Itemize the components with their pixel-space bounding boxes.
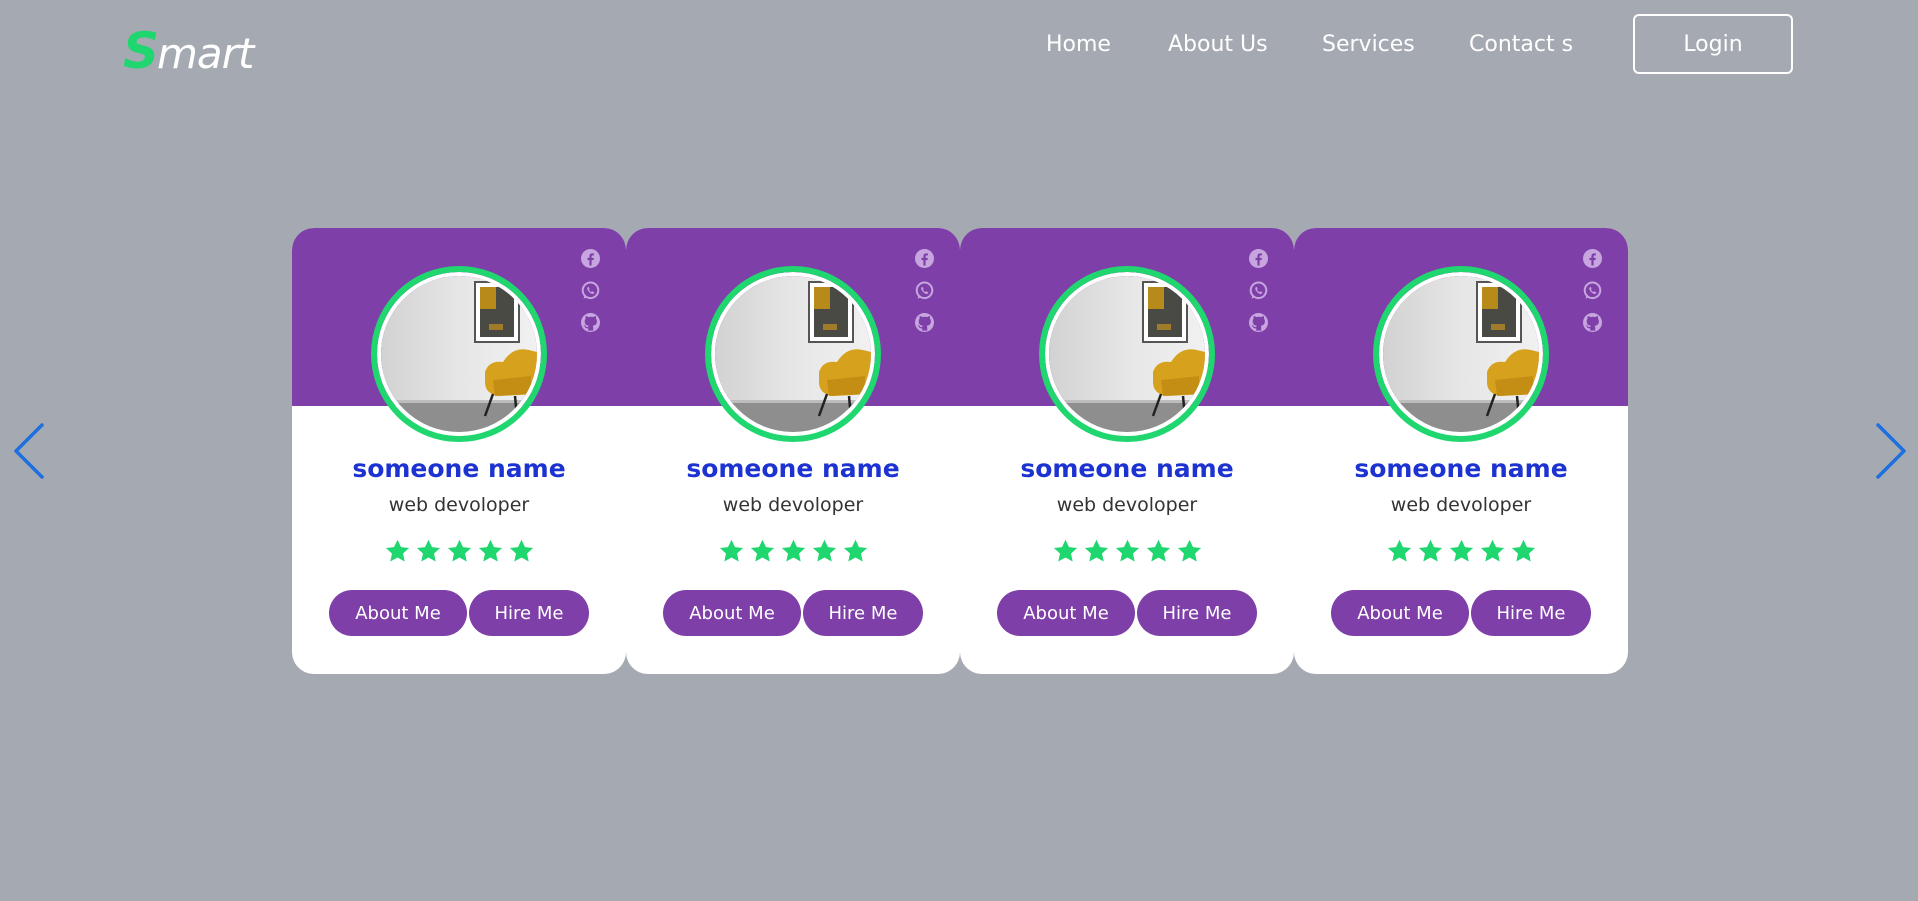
profile-card: someone name web devoloper About Me Hire… (626, 228, 960, 674)
star-icon (811, 538, 838, 565)
github-icon[interactable] (1582, 312, 1603, 333)
rating-stars (960, 538, 1294, 565)
star-icon (1417, 538, 1444, 565)
card-role: web devoloper (1056, 494, 1198, 516)
profile-card: someone name web devoloper About Me Hire… (960, 228, 1294, 674)
star-icon (384, 538, 411, 565)
rating-stars (626, 538, 960, 565)
whatsapp-icon[interactable] (580, 280, 601, 301)
hire-me-button[interactable]: Hire Me (1471, 590, 1591, 636)
whatsapp-icon[interactable] (1248, 280, 1269, 301)
social-links (914, 248, 936, 333)
about-me-button[interactable]: About Me (329, 590, 467, 636)
social-links (1248, 248, 1270, 333)
star-icon (718, 538, 745, 565)
card-name: someone name (352, 454, 566, 483)
card-actions: About Me Hire Me (1331, 590, 1591, 636)
star-icon (508, 538, 535, 565)
rating-stars (292, 538, 626, 565)
chevron-right-icon[interactable] (1874, 421, 1908, 481)
star-icon (1176, 538, 1203, 565)
avatar (371, 266, 547, 442)
facebook-icon[interactable] (1248, 248, 1269, 269)
card-name: someone name (686, 454, 900, 483)
login-button[interactable]: Login (1633, 14, 1793, 74)
star-icon (1114, 538, 1141, 565)
social-links (1582, 248, 1604, 333)
card-name: someone name (1354, 454, 1568, 483)
logo[interactable]: Smart (123, 22, 254, 80)
star-icon (446, 538, 473, 565)
card-role: web devoloper (1390, 494, 1532, 516)
star-icon (780, 538, 807, 565)
whatsapp-icon[interactable] (914, 280, 935, 301)
facebook-icon[interactable] (580, 248, 601, 269)
star-icon (1479, 538, 1506, 565)
hire-me-button[interactable]: Hire Me (803, 590, 923, 636)
star-icon (1145, 538, 1172, 565)
about-me-button[interactable]: About Me (663, 590, 801, 636)
chevron-left-icon[interactable] (12, 421, 46, 481)
avatar (1039, 266, 1215, 442)
social-links (580, 248, 602, 333)
star-icon (477, 538, 504, 565)
star-icon (1083, 538, 1110, 565)
profile-card: someone name web devoloper About Me Hire… (1294, 228, 1628, 674)
whatsapp-icon[interactable] (1582, 280, 1603, 301)
nav-services-link[interactable]: Services (1322, 28, 1415, 62)
card-actions: About Me Hire Me (329, 590, 589, 636)
profile-card: someone name web devoloper About Me Hire… (292, 228, 626, 674)
github-icon[interactable] (914, 312, 935, 333)
star-icon (749, 538, 776, 565)
logo-text: mart (157, 29, 254, 78)
facebook-icon[interactable] (1582, 248, 1603, 269)
star-icon (1510, 538, 1537, 565)
card-role: web devoloper (388, 494, 530, 516)
avatar (1373, 266, 1549, 442)
nav-about-us-link[interactable]: About Us (1168, 28, 1268, 62)
github-icon[interactable] (1248, 312, 1269, 333)
card-role: web devoloper (722, 494, 864, 516)
star-icon (842, 538, 869, 565)
rating-stars (1294, 538, 1628, 565)
nav-home-link[interactable]: Home (1046, 28, 1111, 62)
star-icon (1386, 538, 1413, 565)
logo-first-letter: S (123, 22, 159, 80)
avatar (705, 266, 881, 442)
hire-me-button[interactable]: Hire Me (1137, 590, 1257, 636)
star-icon (1448, 538, 1475, 565)
about-me-button[interactable]: About Me (1331, 590, 1469, 636)
card-actions: About Me Hire Me (663, 590, 923, 636)
about-me-button[interactable]: About Me (997, 590, 1135, 636)
facebook-icon[interactable] (914, 248, 935, 269)
nav-contact-link[interactable]: Contact s (1469, 28, 1573, 62)
card-name: someone name (1020, 454, 1234, 483)
github-icon[interactable] (580, 312, 601, 333)
star-icon (1052, 538, 1079, 565)
hire-me-button[interactable]: Hire Me (469, 590, 589, 636)
star-icon (415, 538, 442, 565)
card-actions: About Me Hire Me (997, 590, 1257, 636)
